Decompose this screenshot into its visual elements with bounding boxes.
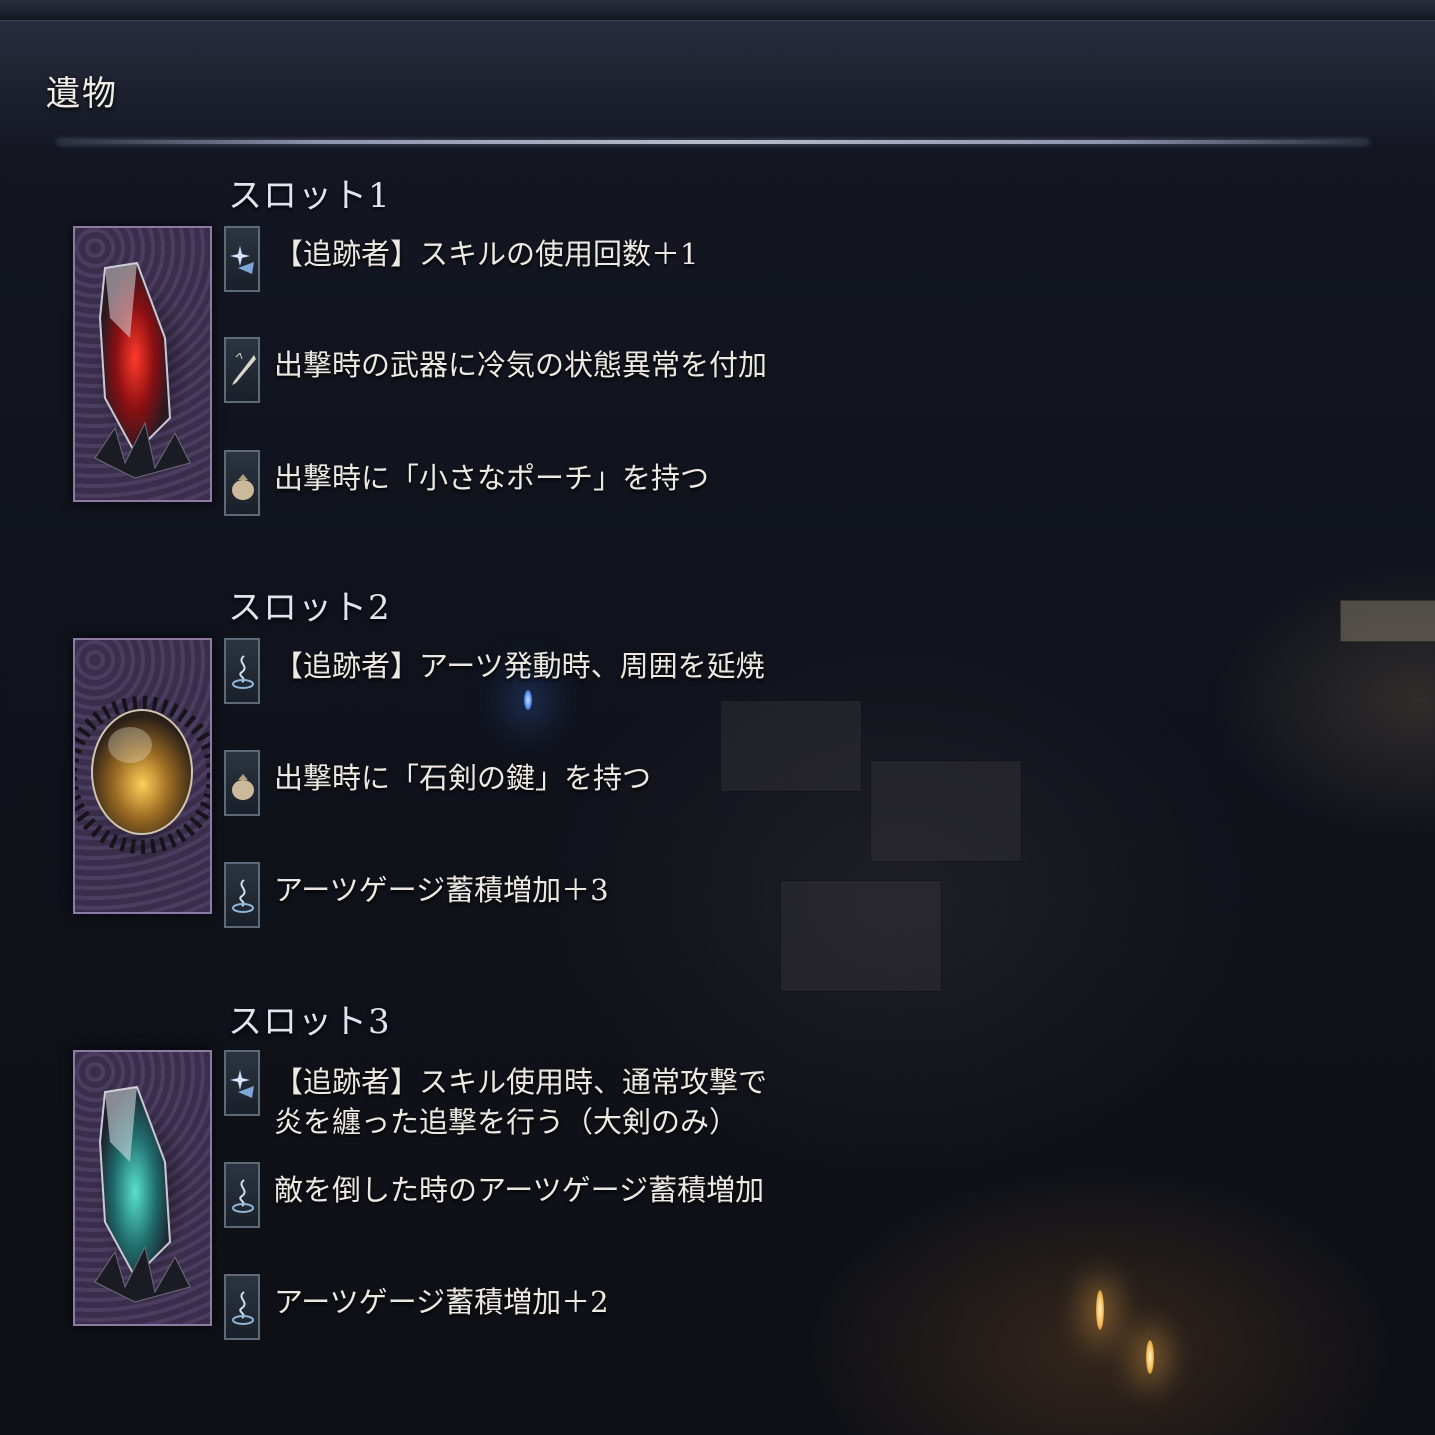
effect-text: 出撃時に「石剣の鍵」を持つ <box>274 761 652 795</box>
effect-text: 出撃時の武器に冷気の状態異常を付加 <box>274 348 768 382</box>
effect-text: 敵を倒した時のアーツゲージ蓄積増加 <box>274 1173 765 1207</box>
effect-text: アーツゲージ蓄積増加＋3 <box>274 873 609 907</box>
slot-1-title: スロット1 <box>228 176 391 216</box>
header-divider <box>58 140 1368 144</box>
background-stone <box>720 700 862 792</box>
effect-text: 出撃時に「小さなポーチ」を持つ <box>274 461 710 495</box>
relic-card-slot-3[interactable] <box>73 1050 212 1326</box>
arts-swirl-icon <box>224 1162 260 1228</box>
page-title: 遺物 <box>46 74 118 114</box>
effect-text-line-1: 【追跡者】スキル使用時、通常攻撃で <box>274 1065 768 1099</box>
background-stone <box>870 760 1022 862</box>
gold-orb-relic-icon <box>75 696 210 854</box>
red-crystal-relic-icon <box>94 261 191 479</box>
teal-crystal-relic-icon <box>94 1085 191 1303</box>
effect-text: 【追跡者】スキル使用時、通常攻撃で 炎を纏った追撃を行う（大剣のみ） <box>274 1062 767 1142</box>
blue-light <box>524 690 532 710</box>
skill-star-icon <box>224 226 260 292</box>
skill-star-icon <box>224 1050 260 1116</box>
slot-3-title: スロット3 <box>228 1002 391 1042</box>
pouch-icon <box>224 450 260 516</box>
effect-text: 【追跡者】スキルの使用回数＋1 <box>274 237 699 271</box>
effect-text: アーツゲージ蓄積増加＋2 <box>274 1285 609 1319</box>
candle-flame <box>1096 1290 1104 1330</box>
pouch-icon <box>224 750 260 816</box>
sword-icon <box>224 337 260 403</box>
header-band <box>0 20 1435 145</box>
relic-card-slot-2[interactable] <box>73 638 212 914</box>
effect-text: 【追跡者】アーツ発動時、周囲を延焼 <box>274 649 765 683</box>
arts-swirl-icon <box>224 638 260 704</box>
effect-text-line-2: 炎を纏った追撃を行う（大剣のみ） <box>274 1105 739 1139</box>
relic-card-slot-1[interactable] <box>73 226 212 502</box>
candle-flame <box>1146 1340 1154 1374</box>
arts-swirl-icon <box>224 862 260 928</box>
slot-2-title: スロット2 <box>228 588 391 628</box>
background-stone <box>780 880 942 992</box>
top-frame <box>0 0 1435 21</box>
arts-swirl-icon <box>224 1274 260 1340</box>
background-pedestal <box>1340 600 1435 642</box>
